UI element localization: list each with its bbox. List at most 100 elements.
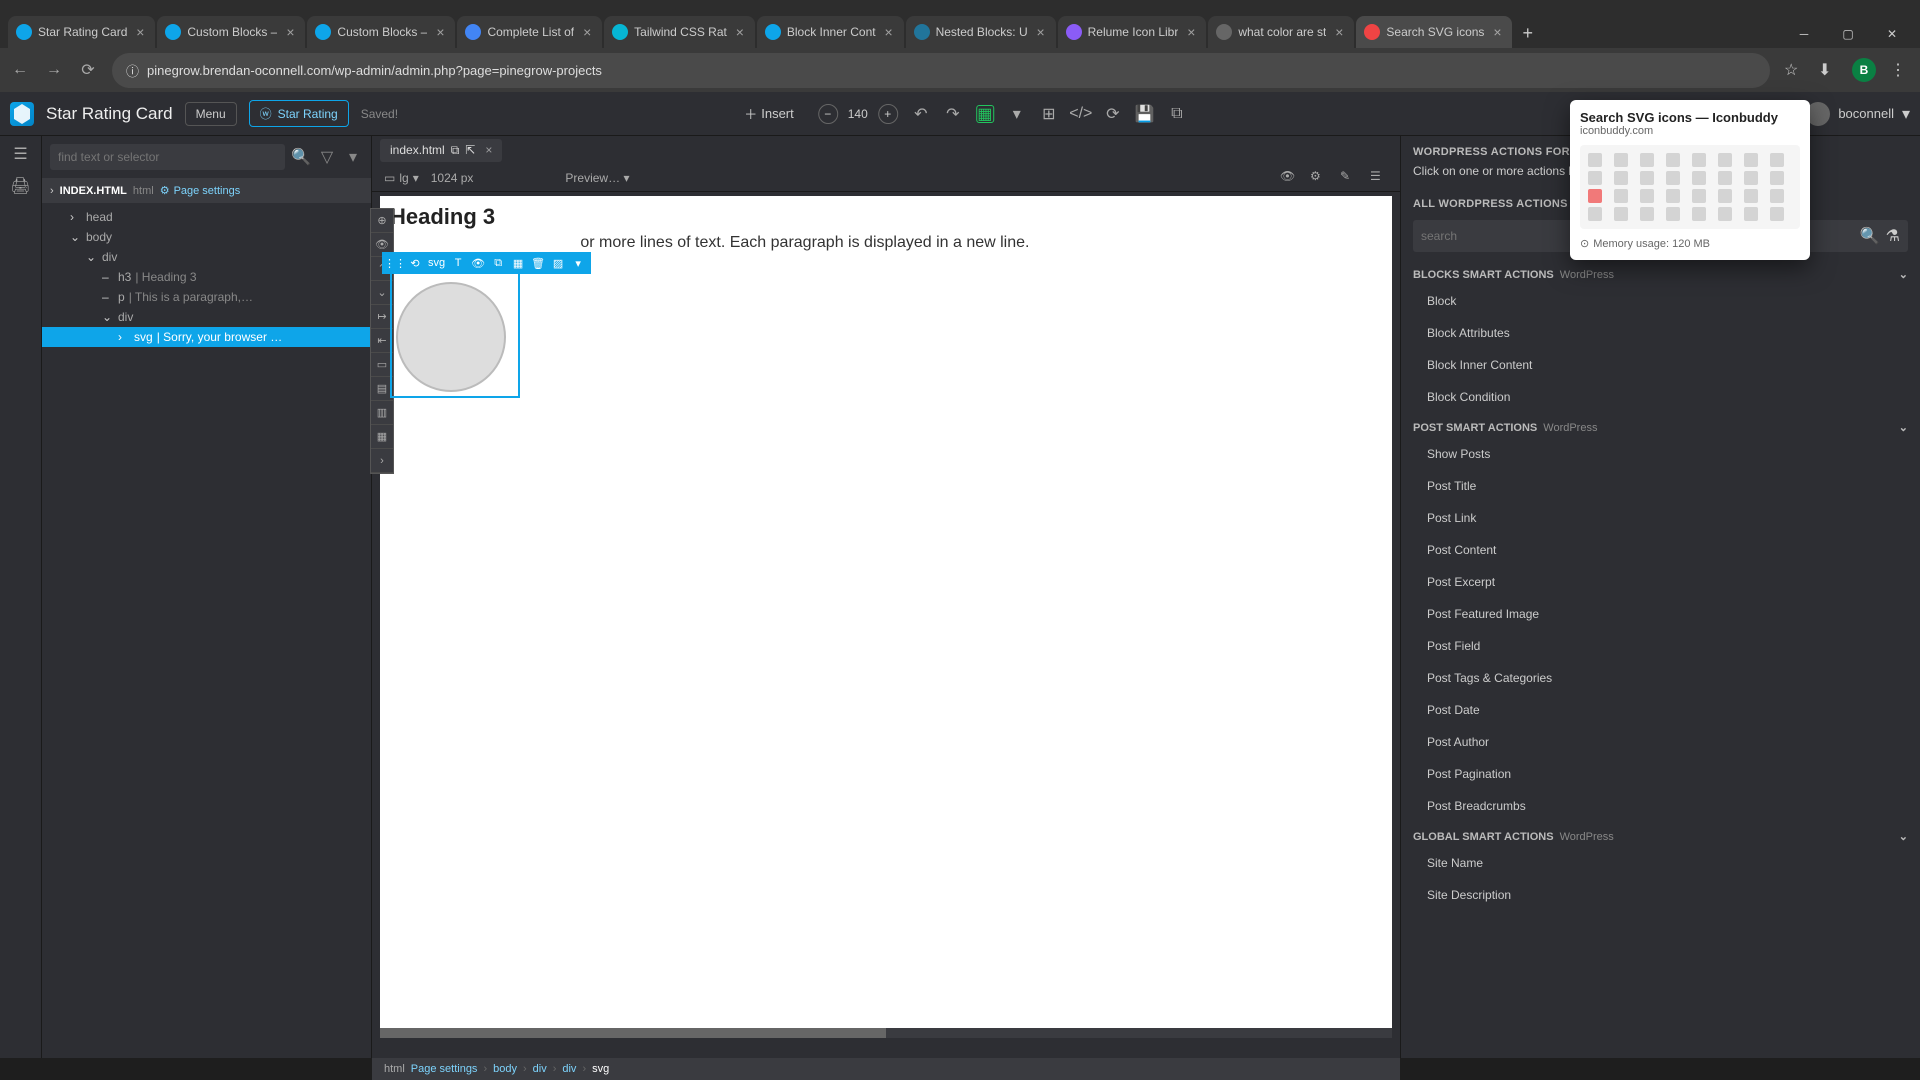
tree-node-head[interactable]: ›head xyxy=(42,207,371,227)
browser-tab-5[interactable]: Block Inner Cont× xyxy=(757,16,904,48)
pinegrow-logo-icon[interactable] xyxy=(10,102,34,126)
chevron-down-icon[interactable]: ⌄ xyxy=(1899,830,1908,843)
canvas-tab-index[interactable]: index.html ⧉ ⇱ × xyxy=(380,139,502,162)
close-icon[interactable]: × xyxy=(1332,25,1346,39)
trash-icon[interactable]: 🗑 xyxy=(531,256,545,270)
forward-button[interactable]: → xyxy=(44,60,64,80)
browser-tab-1[interactable]: Custom Blocks –× xyxy=(157,16,305,48)
browser-tab-0[interactable]: Star Rating Card× xyxy=(8,16,155,48)
undo-button[interactable]: ↶ xyxy=(912,105,930,123)
visual-helpers-button[interactable]: ▦ xyxy=(976,105,994,123)
new-tab-button[interactable]: + xyxy=(1514,19,1541,48)
chevron-down-icon[interactable]: ⌄ xyxy=(1899,421,1908,434)
page-preview[interactable]: Heading 3 This is a paragraph of one or … xyxy=(380,196,1392,1028)
close-icon[interactable]: × xyxy=(882,25,896,39)
heading-3[interactable]: Heading 3 xyxy=(390,204,1382,230)
zoom-in-button[interactable]: + xyxy=(878,104,898,124)
action-post-date[interactable]: Post Date xyxy=(1409,695,1912,725)
settings-icon[interactable]: ⚙ xyxy=(1310,169,1328,187)
refresh-icon[interactable]: ⟳ xyxy=(1104,105,1122,123)
blocks-section-header[interactable]: BLOCKS SMART ACTIONS WordPress ⌄ xyxy=(1401,260,1920,285)
chevron-down-icon[interactable]: ▾ xyxy=(1902,104,1910,124)
browser-tab-7[interactable]: Relume Icon Libr× xyxy=(1058,16,1207,48)
action-post-link[interactable]: Post Link xyxy=(1409,503,1912,533)
bc-html[interactable]: html xyxy=(384,1063,405,1075)
action-site-description[interactable]: Site Description xyxy=(1409,880,1912,910)
menu-icon[interactable]: ☰ xyxy=(1370,169,1388,187)
action-post-field[interactable]: Post Field xyxy=(1409,631,1912,661)
star-rating-button[interactable]: ⓦ Star Rating xyxy=(249,100,349,127)
filter-icon[interactable]: ⚗ xyxy=(1886,226,1900,246)
action-site-name[interactable]: Site Name xyxy=(1409,848,1912,878)
menu-icon[interactable]: ⋮ xyxy=(1890,60,1910,80)
browser-tab-2[interactable]: Custom Blocks –× xyxy=(307,16,455,48)
tree-node-p[interactable]: –p | This is a paragraph,… xyxy=(42,287,371,307)
layout2-icon[interactable]: ▥ xyxy=(371,401,393,425)
target-icon[interactable]: ⊕ xyxy=(371,209,393,233)
browser-tab-6[interactable]: Nested Blocks: U× xyxy=(906,16,1056,48)
browser-tab-3[interactable]: Complete List of× xyxy=(457,16,602,48)
close-icon[interactable]: × xyxy=(1490,25,1504,39)
grid-icon[interactable]: ▦ xyxy=(511,256,525,270)
insert-button[interactable]: ＋ Insert xyxy=(734,100,804,127)
site-info-icon[interactable]: ⓘ xyxy=(126,61,139,80)
action-block-inner-content[interactable]: Block Inner Content xyxy=(1409,350,1912,380)
zoom-out-button[interactable]: − xyxy=(818,104,838,124)
page-settings-link[interactable]: ⚙ Page settings xyxy=(160,184,241,197)
bookmark-icon[interactable]: ☆ xyxy=(1784,60,1804,80)
chevron-down-icon[interactable]: ▾ xyxy=(571,256,585,270)
chevron-down-icon[interactable]: ▾ xyxy=(1008,105,1026,123)
copy-icon[interactable]: ⧉ xyxy=(491,256,505,270)
action-post-excerpt[interactable]: Post Excerpt xyxy=(1409,567,1912,597)
preview-dropdown[interactable]: Preview… ▾ xyxy=(565,171,629,185)
back-button[interactable]: ← xyxy=(10,60,30,80)
tree-node-div2[interactable]: ⌄div xyxy=(42,307,371,327)
close-icon[interactable]: × xyxy=(1034,25,1048,39)
action-post-pagination[interactable]: Post Pagination xyxy=(1409,759,1912,789)
menu-button[interactable]: Menu xyxy=(185,102,237,126)
close-icon[interactable]: × xyxy=(485,143,492,157)
chevron-down-icon[interactable]: ⌄ xyxy=(1899,268,1908,281)
browser-tab-8[interactable]: what color are st× xyxy=(1208,16,1354,48)
code-icon[interactable]: </> xyxy=(1072,105,1090,123)
filter-icon[interactable]: ▽ xyxy=(317,147,337,167)
action-post-breadcrumbs[interactable]: Post Breadcrumbs xyxy=(1409,791,1912,821)
eye-icon[interactable]: 👁 xyxy=(471,256,485,270)
css-grid-icon[interactable]: ⊞ xyxy=(1040,105,1058,123)
close-icon[interactable]: × xyxy=(733,25,747,39)
action-post-content[interactable]: Post Content xyxy=(1409,535,1912,565)
brush-icon[interactable]: ✎ xyxy=(1340,169,1358,187)
action-post-featured-image[interactable]: Post Featured Image xyxy=(1409,599,1912,629)
close-icon[interactable]: × xyxy=(133,25,147,39)
redo-button[interactable]: ↷ xyxy=(944,105,962,123)
browser-tab-9[interactable]: Search SVG icons× xyxy=(1356,16,1512,48)
tree-node-h3[interactable]: –h3 | Heading 3 xyxy=(42,267,371,287)
drag-icon[interactable]: ⋮⋮ xyxy=(388,256,402,270)
sync-icon[interactable]: ⟲ xyxy=(408,256,422,270)
paragraph-text[interactable]: This is a paragraph of one or more lines… xyxy=(390,234,1382,252)
bc-page-settings[interactable]: Page settings xyxy=(411,1063,478,1075)
close-icon[interactable]: × xyxy=(580,25,594,39)
duplicate-icon[interactable]: ⧉ xyxy=(451,143,460,158)
search-icon[interactable]: 🔍 xyxy=(1860,226,1880,246)
tree-node-svg[interactable]: ›svg | Sorry, your browser … xyxy=(42,327,371,347)
horizontal-scrollbar[interactable] xyxy=(380,1028,1392,1038)
action-post-author[interactable]: Post Author xyxy=(1409,727,1912,757)
tree-node-div[interactable]: ⌄div xyxy=(42,247,371,267)
tree-search-input[interactable] xyxy=(50,144,285,170)
print-icon[interactable]: 🖨 xyxy=(9,174,33,198)
search-icon[interactable]: 🔍 xyxy=(291,147,311,167)
tree-node-body[interactable]: ⌄body xyxy=(42,227,371,247)
tree-icon[interactable]: ☰ xyxy=(9,142,33,166)
responsive-icon[interactable]: ⧉ xyxy=(1168,105,1186,123)
reload-button[interactable]: ⟳ xyxy=(78,60,98,80)
close-icon[interactable]: × xyxy=(1184,25,1198,39)
post-section-header[interactable]: POST SMART ACTIONS WordPress ⌄ xyxy=(1401,413,1920,438)
save-icon[interactable]: 💾 xyxy=(1136,105,1154,123)
bc-div[interactable]: div xyxy=(533,1063,547,1075)
profile-avatar[interactable]: B xyxy=(1852,58,1876,82)
download-icon[interactable]: ⬇ xyxy=(1818,60,1838,80)
action-block[interactable]: Block xyxy=(1409,286,1912,316)
chevron-down-icon[interactable]: ▾ xyxy=(343,147,363,167)
close-window-button[interactable]: ✕ xyxy=(1872,20,1912,48)
